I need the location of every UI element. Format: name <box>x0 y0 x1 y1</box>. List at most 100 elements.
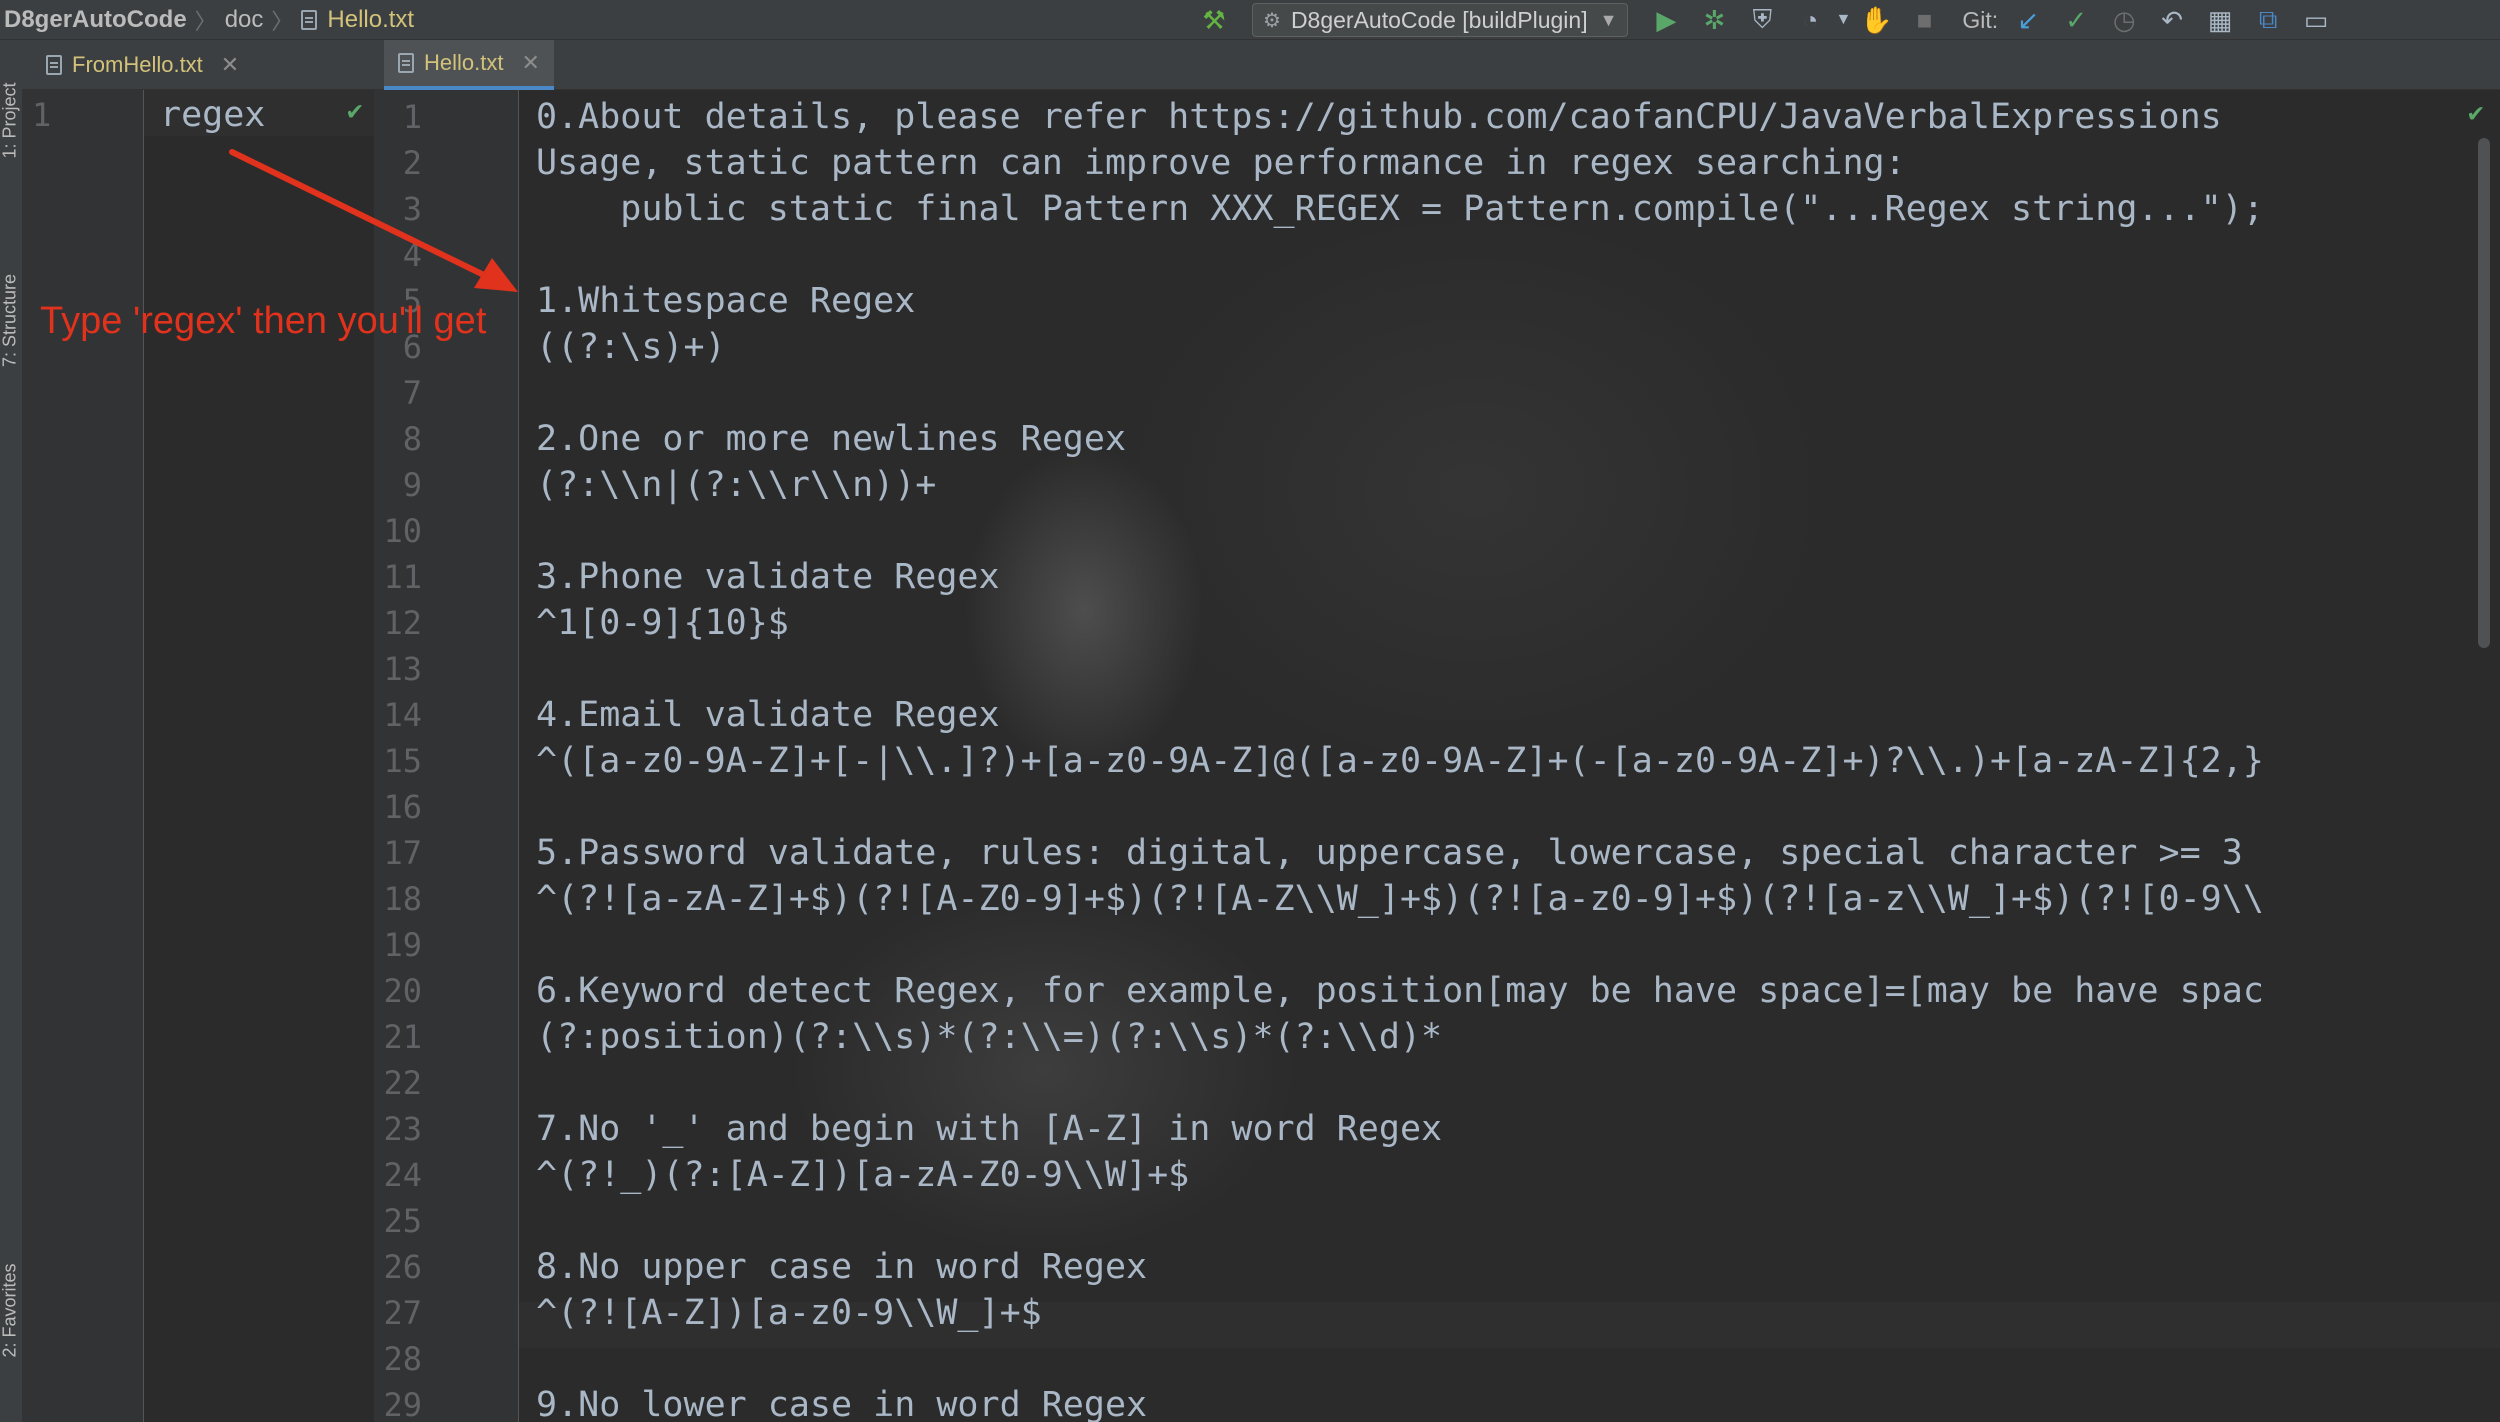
line-number: 21 <box>383 1018 422 1056</box>
checkmark-icon: ✔ <box>347 96 363 126</box>
line-number: 28 <box>383 1340 422 1378</box>
line-number: 3 <box>402 190 422 228</box>
close-icon[interactable]: ✕ <box>521 50 539 76</box>
line-number: 27 <box>383 1294 422 1332</box>
code-line[interactable]: ^1[0-9]{10}$ <box>536 600 789 646</box>
main-toolbar: ⚒ ⚙ D8gerAutoCode [buildPlugin] ▼ ▶ ✲ ⛨ … <box>1190 0 2340 40</box>
git-update-icon[interactable]: ↙ <box>2010 2 2046 38</box>
line-number: 16 <box>383 788 422 826</box>
code-line[interactable]: 0.About details, please refer https://gi… <box>536 94 2222 140</box>
breadcrumb: D8gerAutoCode 〉 doc 〉 Hello.txt <box>0 0 414 40</box>
chevron-right-icon: 〉 <box>194 8 217 34</box>
chevron-down-icon[interactable]: ▼ <box>1834 2 1852 38</box>
code-line[interactable]: (?:\\n|(?:\\r\\n))+ <box>536 462 936 508</box>
code-line[interactable]: 3.Phone validate Regex <box>536 554 1000 600</box>
code-line[interactable]: ^(?!_)(?:[A-Z])[a-zA-Z0-9\\W]+$ <box>536 1152 1189 1198</box>
project-tool-button[interactable]: 1: Project <box>0 71 21 171</box>
tab-fromhello[interactable]: FromHello.txt ✕ <box>32 40 253 90</box>
line-number: 24 <box>383 1156 422 1194</box>
line-number: 23 <box>383 1110 422 1148</box>
coverage-icon[interactable]: ⛨ <box>1744 2 1780 38</box>
line-number: 29 <box>383 1386 422 1422</box>
code-line[interactable]: 2.One or more newlines Regex <box>536 416 1126 462</box>
breadcrumb-folder[interactable]: doc <box>225 6 264 34</box>
code-line[interactable]: 6.Keyword detect Regex, for example, pos… <box>536 968 2264 1014</box>
structure-tool-button[interactable]: 7: Structure <box>0 271 21 371</box>
profile-icon[interactable]: ◔ <box>1792 2 1828 38</box>
line-number: 22 <box>383 1064 422 1102</box>
vertical-scrollbar[interactable] <box>2478 138 2490 648</box>
favorites-tool-button[interactable]: 2: Favorites <box>0 1261 21 1361</box>
code-line[interactable]: 9.No lower case in word Regex <box>536 1382 1147 1422</box>
code-line[interactable]: 7.No '_' and begin with [A-Z] in word Re… <box>536 1106 1442 1152</box>
code-line[interactable]: 5.Password validate, rules: digital, upp… <box>536 830 2243 876</box>
code-line[interactable]: 8.No upper case in word Regex <box>536 1244 1147 1290</box>
line-number: 25 <box>383 1202 422 1240</box>
run-icon[interactable]: ▶ <box>1648 2 1684 38</box>
layout-icon[interactable]: ▭ <box>2298 2 2334 38</box>
breadcrumb-file[interactable]: Hello.txt <box>327 6 414 34</box>
line-number: 20 <box>383 972 422 1010</box>
navigation-bar: D8gerAutoCode 〉 doc 〉 Hello.txt ⚒ ⚙ D8ge… <box>0 0 2500 40</box>
debug-icon[interactable]: ✲ <box>1696 2 1732 38</box>
line-number: 18 <box>383 880 422 918</box>
git-commit-icon[interactable]: ✓ <box>2058 2 2094 38</box>
chevron-down-icon: ▼ <box>1599 9 1618 30</box>
code-line[interactable]: 1.Whitespace Regex <box>536 278 915 324</box>
breadcrumb-project[interactable]: D8gerAutoCode <box>4 6 187 34</box>
translate-icon[interactable]: ⧉ <box>2250 2 2286 38</box>
checkmark-icon: ✔ <box>2468 98 2484 128</box>
history-icon[interactable]: ◷ <box>2106 2 2142 38</box>
hammer-icon[interactable]: ⚒ <box>1196 2 1232 38</box>
run-configuration-label: D8gerAutoCode [buildPlugin] <box>1290 6 1588 33</box>
code-line[interactable]: ^(?![A-Z])[a-z0-9\\W_]+$ <box>536 1290 1042 1336</box>
line-number: 12 <box>383 604 422 642</box>
line-number: 4 <box>402 236 422 274</box>
project-structure-icon[interactable]: ▦ <box>2202 2 2238 38</box>
tab-label: FromHello.txt <box>72 52 203 77</box>
chevron-right-icon: 〉 <box>271 8 294 34</box>
gear-icon: ⚙ <box>1263 9 1281 32</box>
code-line[interactable]: Usage, static pattern can improve perfor… <box>536 140 1906 186</box>
line-number: 8 <box>402 420 422 458</box>
line-number: 7 <box>402 374 422 412</box>
git-label: Git: <box>1962 6 1999 33</box>
text-file-icon <box>46 55 62 75</box>
right-tab-bar: Hello.txt ✕ <box>374 40 2500 90</box>
line-number: 1 <box>402 98 422 136</box>
left-tab-bar: FromHello.txt ✕ <box>22 40 374 90</box>
line-number: 17 <box>383 834 422 872</box>
tool-window-strip: 1: Project 7: Structure 2: Favorites <box>0 40 23 1422</box>
text-file-icon <box>398 53 414 73</box>
code-line[interactable]: ((?:\s)+) <box>536 324 726 370</box>
tab-hello[interactable]: Hello.txt ✕ <box>384 40 554 90</box>
line-number: 13 <box>383 650 422 688</box>
line-number-gutter: 1 2 3 4 5 6 7 8 9 10 11 12 13 14 15 16 17 18 19 20 21 22 23 24 2… <box>374 90 519 1422</box>
line-number: 26 <box>383 1248 422 1286</box>
annotation-text: Type 'regex' then you'll get <box>40 300 487 342</box>
revert-icon[interactable]: ↶ <box>2154 2 2190 38</box>
code-line[interactable]: (?:position)(?:\\s)*(?:\\=)(?:\\s)*(?:\\… <box>536 1014 1442 1060</box>
stop-icon[interactable]: ■ <box>1906 2 1942 38</box>
run-configuration-select[interactable]: ⚙ D8gerAutoCode [buildPlugin] ▼ <box>1252 3 1629 37</box>
line-number: 10 <box>383 512 422 550</box>
line-number-gutter: 1 <box>22 90 144 1422</box>
line-number: 19 <box>383 926 422 964</box>
line-number: 2 <box>402 144 422 182</box>
code-line[interactable]: public static final Pattern XXX_REGEX = … <box>536 186 2264 232</box>
code-line[interactable]: regex <box>160 92 265 138</box>
close-icon[interactable]: ✕ <box>221 52 239 78</box>
tab-label: Hello.txt <box>424 50 504 75</box>
line-number: 1 <box>32 96 52 134</box>
attach-icon[interactable]: ✋ <box>1858 2 1894 38</box>
code-line[interactable]: ^(?![a-zA-Z]+$)(?![A-Z0-9]+$)(?![A-Z\\W_… <box>536 876 2264 922</box>
line-number: 11 <box>383 558 422 596</box>
line-number: 9 <box>402 466 422 504</box>
code-line[interactable]: ^([a-z0-9A-Z]+[-|\\.]?)+[a-z0-9A-Z]@([a-… <box>536 738 2264 784</box>
text-file-icon <box>301 9 318 30</box>
code-line[interactable]: 4.Email validate Regex <box>536 692 1000 738</box>
line-number: 15 <box>383 742 422 780</box>
right-editor[interactable]: 1 2 3 4 5 6 7 8 9 10 11 12 13 14 15 16 17 18 19 20 21 22 23 24 2… <box>374 90 2500 1422</box>
line-number: 14 <box>383 696 422 734</box>
left-editor[interactable]: 1 regex ✔ <box>22 90 374 1422</box>
